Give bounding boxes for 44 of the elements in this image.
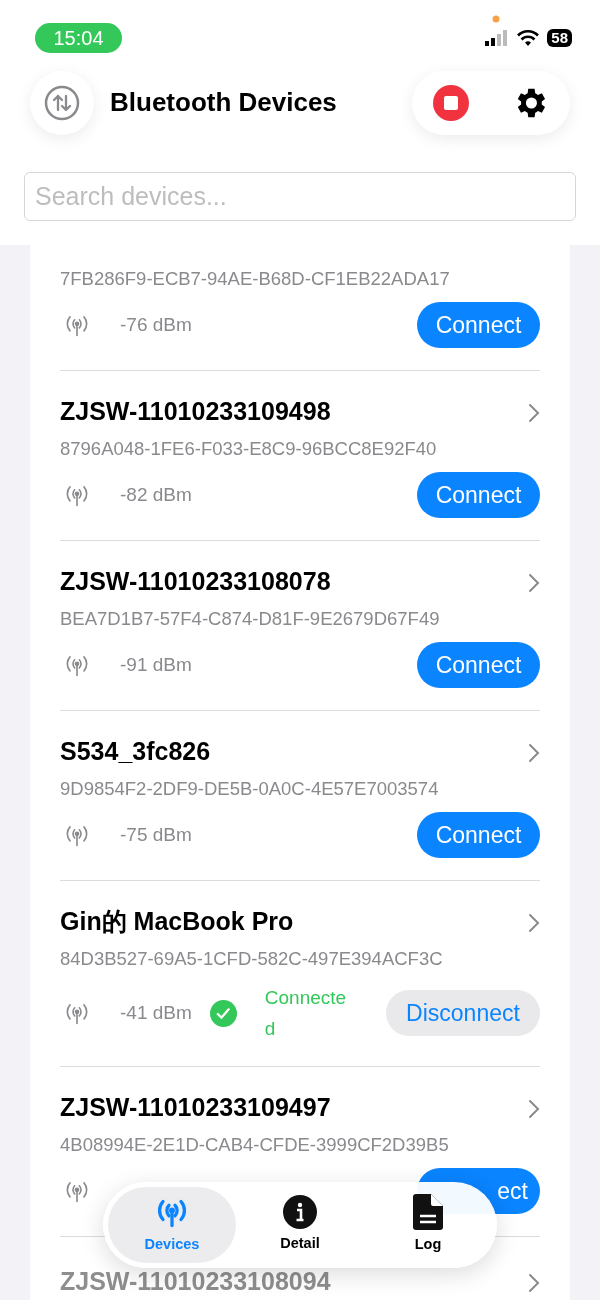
device-uuid: BEA7D1B7-57F4-C874-D81F-9E2679D67F49 bbox=[60, 607, 441, 631]
device-uuid: 4B08994E-2E1D-CAB4-CFDE-3999CF2D39B5 bbox=[60, 1133, 450, 1157]
device-uuid: 9D9854F2-2DF9-DE5B-0A0C-4E57E7003574 bbox=[60, 777, 440, 801]
device-name: ZJSW-11010233108078 bbox=[60, 566, 331, 597]
chevron-icon[interactable] bbox=[528, 403, 540, 424]
chevron-icon[interactable] bbox=[528, 1099, 540, 1120]
wifi-icon bbox=[517, 29, 540, 47]
device-name: ZJSW-11010233109498 bbox=[60, 396, 331, 427]
connect-button[interactable]: Connect bbox=[417, 302, 540, 348]
tab[interactable]: Detail bbox=[236, 1187, 364, 1263]
chevron-icon[interactable] bbox=[528, 913, 540, 934]
stop-button[interactable] bbox=[433, 84, 469, 121]
chevron-icon[interactable] bbox=[528, 743, 540, 764]
signal-strength: -82 dBm bbox=[120, 482, 192, 507]
tab[interactable]: Log bbox=[364, 1187, 492, 1263]
connect-button[interactable]: Connect bbox=[417, 812, 540, 858]
signal-strength: -91 dBm bbox=[120, 652, 192, 677]
device-uuid: 7FB286F9-ECB7-94AE-B68D-CF1EB22ADA17 bbox=[60, 267, 451, 291]
up-down-arrows-icon bbox=[44, 84, 80, 121]
screen-title: Bluetooth Devices bbox=[110, 86, 337, 119]
chevron-icon[interactable] bbox=[528, 1273, 540, 1294]
tab[interactable]: Devices bbox=[108, 1187, 236, 1263]
search-field[interactable]: Search devices... bbox=[24, 172, 576, 221]
device-name: ZJSW-11010233108094 bbox=[60, 1266, 331, 1297]
time: 15:04 bbox=[35, 23, 122, 53]
disconnect-button[interactable]: Disconnect bbox=[386, 990, 540, 1036]
device-name: ZJSW-11010233109497 bbox=[60, 1092, 331, 1123]
battery-level: 58 bbox=[547, 29, 572, 47]
signal-strength: -76 dBm bbox=[120, 312, 192, 337]
device-uuid: 8796A048-1FE6-F033-E8C9-96BCC8E92F40 bbox=[60, 437, 438, 461]
device-name: S534_3fc826 bbox=[60, 736, 211, 767]
stop-icon bbox=[433, 84, 469, 121]
connect-button[interactable]: Connect bbox=[417, 472, 540, 518]
document-icon bbox=[413, 1194, 443, 1231]
device-name: Gin的 MacBook Pro bbox=[60, 906, 294, 937]
connect-button[interactable]: Connect bbox=[417, 642, 540, 688]
signal-strength: -75 dBm bbox=[120, 822, 192, 847]
connection-status: Connected bbox=[264, 986, 348, 1041]
device-uuid: 84D3B527-69A5-1CFD-582C-497E394ACF3C bbox=[60, 947, 444, 971]
privacy-indicator-icon bbox=[492, 15, 501, 23]
signal-strength: -41 dBm bbox=[120, 1000, 192, 1025]
signal-icon bbox=[485, 29, 510, 47]
chevron-icon[interactable] bbox=[528, 573, 540, 594]
info-icon bbox=[283, 1195, 317, 1230]
